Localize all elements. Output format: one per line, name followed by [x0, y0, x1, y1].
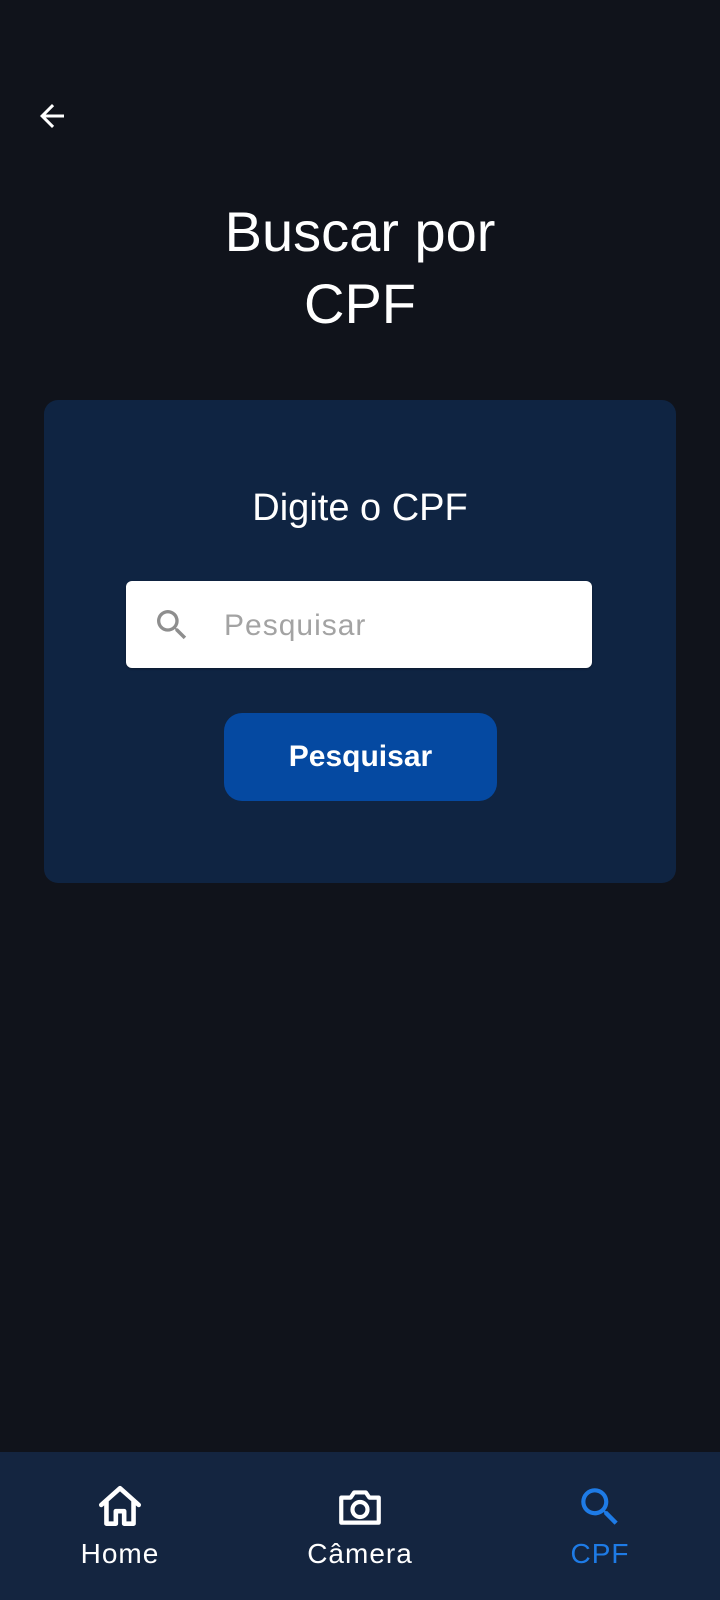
search-icon [157, 610, 187, 640]
page-title-line1: Buscar por [224, 200, 496, 263]
page-title: Buscar por CPF [0, 196, 720, 340]
nav-item-camera[interactable]: Câmera [240, 1452, 480, 1600]
cpf-search-input[interactable] [222, 581, 576, 670]
camera-icon [339, 1490, 381, 1525]
arrow-left-icon [40, 104, 64, 128]
card-heading: Digite o CPF [252, 487, 468, 529]
nav-item-home[interactable]: Home [0, 1452, 240, 1600]
back-button[interactable] [26, 90, 78, 142]
search-icon [581, 1488, 618, 1525]
search-submit-button[interactable]: Pesquisar [224, 713, 497, 801]
nav-label-home: Home [80, 1538, 160, 1569]
nav-label-cpf: CPF [570, 1538, 630, 1569]
page-title-line2: CPF [304, 272, 416, 335]
search-card: Digite o CPF Pesquisar [44, 400, 676, 883]
home-icon [98, 1485, 142, 1526]
bottom-navigation: Home Câmera CPF [0, 1452, 720, 1600]
nav-label-camera: Câmera [307, 1538, 413, 1569]
search-field[interactable] [126, 581, 592, 670]
nav-item-cpf[interactable]: CPF [480, 1452, 720, 1600]
